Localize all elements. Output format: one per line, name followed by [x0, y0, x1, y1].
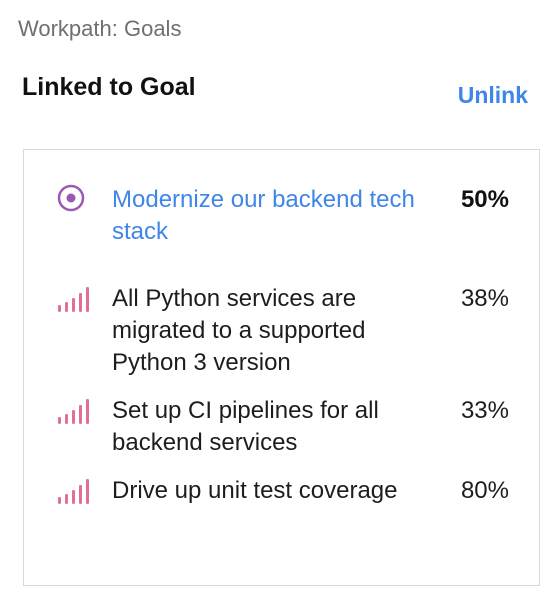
key-result-progress: 38% [460, 285, 509, 312]
signal-bars-icon [56, 473, 96, 507]
signal-bars-icon [56, 281, 96, 315]
goal-progress: 50% [460, 186, 509, 213]
target-circle-icon [56, 182, 96, 216]
key-result-title: Set up CI pipelines for all backend serv… [112, 397, 379, 456]
key-result-progress: 33% [460, 397, 509, 424]
key-result-item[interactable]: All Python services are migrated to a su… [56, 283, 509, 379]
unlink-button[interactable]: Unlink [458, 82, 528, 109]
section-title: Linked to Goal [22, 72, 196, 101]
key-result-item[interactable]: Drive up unit test coverage 80% [56, 475, 509, 507]
key-result-title: All Python services are migrated to a su… [112, 285, 366, 376]
panel-header: Linked to Goal Unlink [22, 70, 528, 110]
app-title: Workpath: Goals [18, 16, 182, 41]
linked-goal-card: Modernize our backend tech stack 50% All… [23, 149, 540, 586]
key-result-progress: 80% [460, 477, 509, 504]
goal-title[interactable]: Modernize our backend tech stack [96, 184, 445, 248]
goal-item[interactable]: Modernize our backend tech stack 50% [56, 184, 509, 248]
signal-bars-icon [56, 393, 96, 427]
key-result-item[interactable]: Set up CI pipelines for all backend serv… [56, 395, 509, 459]
key-result-title: Drive up unit test coverage [112, 477, 398, 504]
